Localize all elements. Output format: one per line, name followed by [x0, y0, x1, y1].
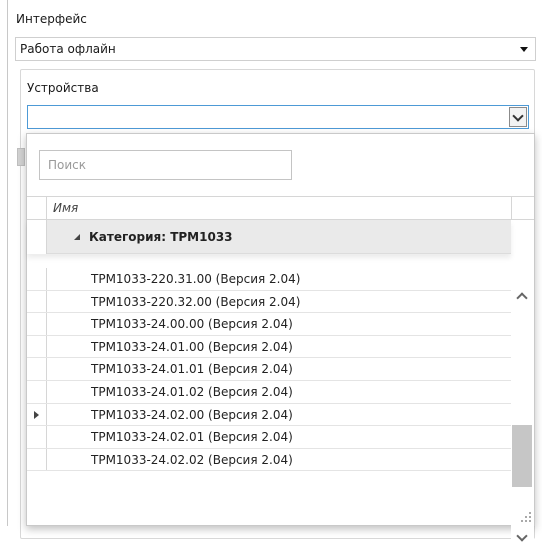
- scroll-header-cell: [511, 197, 534, 219]
- row-pointer-icon: [34, 410, 39, 419]
- chevron-down-icon: [512, 110, 524, 122]
- expand-triangle-icon[interactable]: [74, 234, 80, 240]
- row-selector[interactable]: [27, 426, 47, 448]
- grid-header: Имя: [27, 196, 534, 220]
- row-selector[interactable]: [27, 290, 47, 313]
- chevron-up-icon[interactable]: [516, 292, 528, 304]
- column-header-name[interactable]: Имя: [53, 201, 78, 215]
- row-selector[interactable]: [27, 358, 47, 380]
- row-selector-header: [27, 197, 47, 219]
- search-box[interactable]: [39, 150, 292, 180]
- category-group-row[interactable]: Категория: ТРМ1033: [27, 220, 511, 254]
- triangle-down-icon[interactable]: [520, 47, 528, 52]
- category-label: Категория: ТРМ1033: [89, 230, 233, 244]
- device-row[interactable]: ТРМ1033-24.01.01 (Версия 2.04): [27, 358, 511, 381]
- device-name: ТРМ1033-220.32.00 (Версия 2.04): [91, 294, 301, 309]
- device-row[interactable]: ТРМ1033-24.01.00 (Версия 2.04): [27, 335, 511, 359]
- device-row[interactable]: ТРМ1033-24.01.02 (Версия 2.04): [27, 380, 511, 404]
- search-input[interactable]: [40, 151, 291, 179]
- devices-label: Устройства: [27, 81, 99, 95]
- devices-dropdown-popup: Имя Категория: ТРМ1033 ТРМ1033-220.31.00…: [26, 133, 535, 552]
- devices-grid: Имя Категория: ТРМ1033 ТРМ1033-220.31.00…: [27, 196, 534, 552]
- interface-label: Интерфейс: [16, 12, 87, 26]
- device-name: ТРМ1033-24.02.00 (Версия 2.04): [91, 407, 293, 422]
- device-name: ТРМ1033-24.02.02 (Версия 2.04): [91, 452, 293, 467]
- device-row[interactable]: ТРМ1033-24.00.00 (Версия 2.04): [27, 313, 511, 336]
- row-selector[interactable]: [27, 313, 47, 335]
- devices-combobox[interactable]: [27, 105, 529, 129]
- row-selector[interactable]: [27, 380, 47, 403]
- device-name: ТРМ1033-24.01.01 (Версия 2.04): [91, 362, 293, 377]
- chevron-down-icon[interactable]: [516, 530, 528, 542]
- device-name: ТРМ1033-24.00.00 (Версия 2.04): [91, 317, 293, 332]
- device-name: ТРМ1033-220.31.00 (Версия 2.04): [91, 272, 301, 286]
- row-selector[interactable]: [27, 268, 47, 290]
- left-rail-divider: [7, 0, 8, 526]
- row-selector: [27, 220, 47, 254]
- device-row[interactable]: ТРМ1033-220.31.00 (Версия 2.04): [27, 268, 511, 291]
- device-name: ТРМ1033-24.01.02 (Версия 2.04): [91, 384, 293, 399]
- device-rows: ТРМ1033-220.31.00 (Версия 2.04) ТРМ1033-2…: [27, 268, 511, 472]
- device-name: ТРМ1033-24.01.00 (Версия 2.04): [91, 339, 293, 354]
- interface-select-value: Работа офлайн: [20, 42, 116, 56]
- interface-select[interactable]: Работа офлайн: [15, 37, 536, 61]
- resize-grip-icon[interactable]: [521, 512, 531, 522]
- device-row[interactable]: ТРМ1033-24.02.01 (Версия 2.04): [27, 426, 511, 449]
- row-selector[interactable]: [27, 403, 47, 426]
- devices-dropdown-button[interactable]: [509, 107, 527, 127]
- scrollbar-thumb[interactable]: [512, 425, 532, 487]
- device-name: ТРМ1033-24.02.01 (Версия 2.04): [91, 430, 293, 445]
- device-row[interactable]: ТРМ1033-220.32.00 (Версия 2.04): [27, 290, 511, 314]
- device-row[interactable]: ТРМ1033-24.02.02 (Версия 2.04): [27, 448, 511, 472]
- row-selector[interactable]: [27, 448, 47, 471]
- row-selector[interactable]: [27, 335, 47, 358]
- hidden-control-edge: [17, 148, 25, 166]
- device-row[interactable]: ТРМ1033-24.02.00 (Версия 2.04): [27, 403, 511, 427]
